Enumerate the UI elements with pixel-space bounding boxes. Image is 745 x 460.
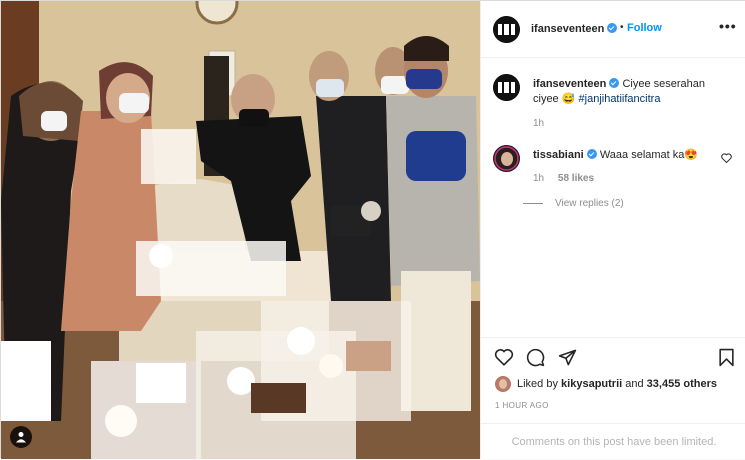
author-username-text: ifanseventeen	[531, 23, 605, 35]
paper-plane-icon	[558, 349, 577, 366]
comment-text-block: tissabiani Waaa selamat ka😍	[533, 148, 718, 163]
caption-text-block: ifanseventeen Ciyee seserahan ciyee 😅 #j…	[533, 77, 718, 107]
verified-badge-icon	[586, 149, 597, 159]
replies-divider-line	[523, 203, 543, 204]
comment-meta: 1h 58 likes	[533, 173, 605, 184]
view-replies-button[interactable]: View replies (2)	[523, 198, 624, 209]
like-heart-icon[interactable]	[494, 348, 514, 369]
commenter-avatar-image	[493, 145, 520, 172]
comment-bubble-icon[interactable]	[526, 348, 545, 370]
commenter-avatar[interactable]	[493, 145, 520, 172]
comment-text: Waaa selamat ka	[599, 149, 685, 161]
liker-avatar[interactable]	[495, 376, 511, 392]
comment-likes[interactable]: 58 likes	[558, 173, 594, 184]
caption-avatar-image	[493, 74, 520, 101]
view-replies-label: View replies (2)	[555, 198, 624, 209]
author-username[interactable]: ifanseventeen	[531, 23, 618, 35]
liked-by-prefix: Liked by	[517, 378, 558, 390]
instagram-post: ifanseventeen • Follow ••• ifanseventeen…	[0, 0, 745, 459]
heart-icon	[494, 349, 514, 366]
comment-time[interactable]: 1h	[533, 173, 544, 184]
heart-outline-small-icon	[721, 153, 732, 164]
author-avatar-image	[493, 16, 520, 43]
likes-summary: Liked by kikysaputrii and 33,455 others	[495, 376, 717, 392]
header-separator: •	[620, 22, 624, 33]
comment-like-heart-icon[interactable]	[721, 153, 732, 166]
verified-badge-icon	[609, 78, 620, 88]
liked-by-others[interactable]: 33,455 others	[647, 378, 717, 390]
caption-username[interactable]: ifanseventeen	[533, 78, 606, 90]
follow-button[interactable]: Follow	[627, 22, 662, 34]
caption-time[interactable]: 1h	[533, 118, 544, 129]
comment-emoji: 😍	[684, 149, 699, 161]
caption-meta: 1h	[533, 118, 555, 129]
post-side-panel: ifanseventeen • Follow ••• ifanseventeen…	[480, 1, 745, 459]
post-timestamp[interactable]: 1 HOUR AGO	[495, 401, 549, 410]
user-tag-button[interactable]	[10, 426, 32, 448]
commenter-username[interactable]: tissabiani	[533, 149, 584, 161]
liked-by-user[interactable]: kikysaputrii	[561, 378, 622, 390]
caption: ifanseventeen Ciyee seserahan ciyee 😅 #j…	[493, 74, 738, 134]
comments-limited-notice: Comments on this post have been limited.	[481, 423, 745, 460]
person-tag-icon	[16, 432, 26, 443]
comment-item: tissabiani Waaa selamat ka😍 1h 58 likes	[493, 145, 738, 205]
comment-icon	[526, 348, 545, 367]
post-image	[1, 1, 480, 459]
more-options-icon[interactable]: •••	[719, 18, 737, 34]
verified-badge-icon	[607, 23, 618, 33]
caption-emoji: 😅	[561, 93, 576, 105]
post-photo[interactable]	[1, 1, 480, 459]
liker-avatar-image	[495, 376, 511, 392]
caption-hashtag[interactable]: #janjihatiifancitra	[579, 93, 661, 105]
save-bookmark-icon[interactable]	[718, 348, 735, 370]
liked-by-and: and	[625, 378, 644, 390]
post-header: ifanseventeen • Follow •••	[481, 1, 745, 58]
post-actions: Liked by kikysaputrii and 33,455 others …	[481, 337, 745, 459]
bookmark-icon	[719, 348, 734, 367]
author-avatar[interactable]	[493, 16, 520, 43]
comments-list[interactable]: ifanseventeen Ciyee seserahan ciyee 😅 #j…	[481, 59, 745, 336]
share-paper-plane-icon[interactable]	[558, 348, 577, 370]
caption-avatar[interactable]	[493, 74, 520, 101]
